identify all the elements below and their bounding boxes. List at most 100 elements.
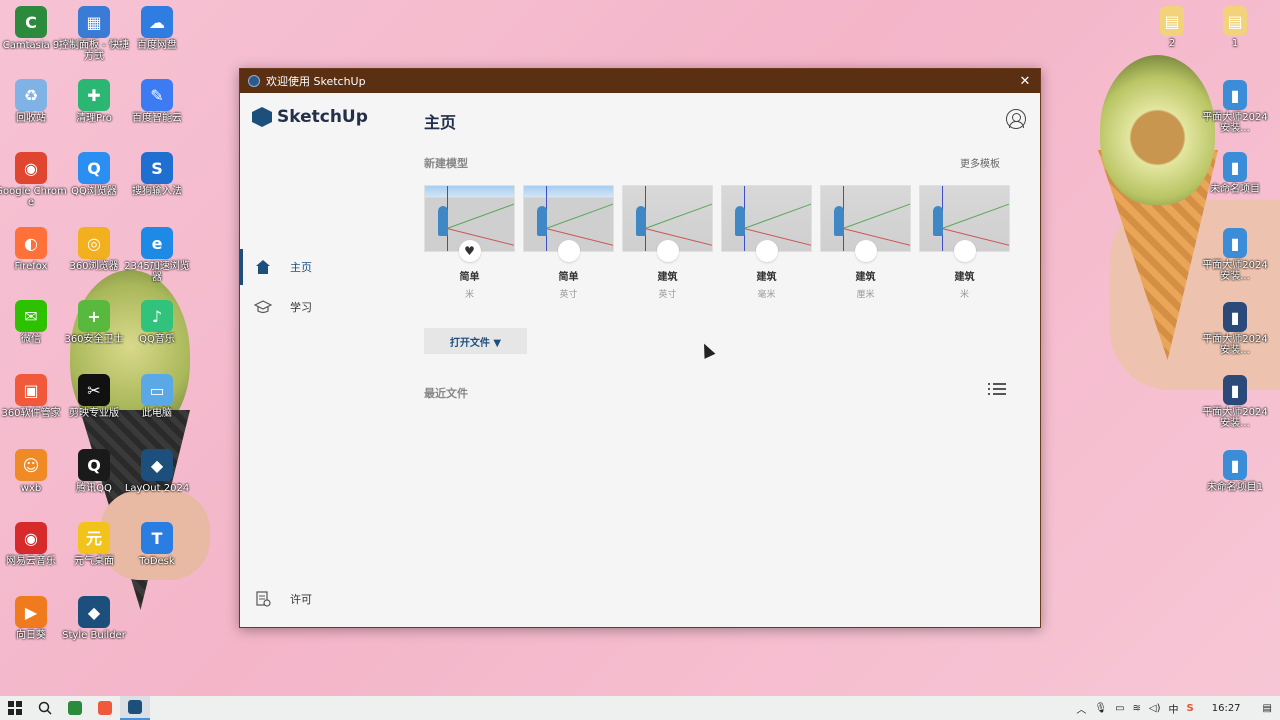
template-name: 建筑 <box>954 272 975 283</box>
taskbar: ︿ 🎙 ▭ ≋ ◁) 中 S 16:27 ▤ <box>0 696 1280 720</box>
microphone-icon[interactable]: 🎙 <box>1094 703 1107 714</box>
volume-icon[interactable]: ◁) <box>1149 703 1161 714</box>
desktop-icon[interactable]: ▤ 1 <box>1198 6 1272 49</box>
app-icon: ◆ <box>78 596 110 628</box>
file-icon: ▤ <box>1223 6 1247 36</box>
template-unit: 英寸 <box>658 290 677 300</box>
file-icon: ▮ <box>1223 450 1247 480</box>
account-icon[interactable] <box>1006 109 1026 129</box>
template-card[interactable]: 建筑 毫米 <box>721 185 812 300</box>
open-file-button[interactable]: 打开文件 ▼ <box>424 328 527 354</box>
desktop-icon-label: 未命名项目 <box>1210 184 1260 195</box>
sketchup-welcome-window: 欢迎使用 SketchUp ✕ SketchUp 主页 学习 许可 主页 新建模… <box>239 68 1041 628</box>
recent-files-label: 最近文件 <box>424 387 468 400</box>
template-unit: 毫米 <box>757 290 776 300</box>
start-button[interactable] <box>0 696 30 720</box>
desktop-icon[interactable]: ▮ 平面大师2024 安装... <box>1198 80 1272 134</box>
home-icon <box>254 258 272 276</box>
app-icon: 元 <box>78 522 110 554</box>
template-card[interactable]: 建筑 英寸 <box>622 185 713 300</box>
app-icon: ♻ <box>15 79 47 111</box>
template-card[interactable]: 建筑 厘米 <box>820 185 911 300</box>
heart-filled-icon[interactable]: ♥ <box>458 240 481 262</box>
main-content: 主页 新建模型 更多模板 ♥ 简单米简单 英寸 建筑 英寸 建筑 毫米 建筑 厘米 建筑米 打开文… <box>424 93 1040 627</box>
desktop-icon[interactable]: ♪ QQ音乐 <box>120 300 194 345</box>
desktop-icon-label: 平面大师2024 安装... <box>1202 334 1268 356</box>
show-hidden-icons-chevron-icon[interactable]: ︿ <box>1076 701 1086 716</box>
heart-outline-icon[interactable] <box>557 240 580 262</box>
heart-outline-icon[interactable] <box>953 240 976 262</box>
taskbar-app-sketchup[interactable] <box>120 696 150 720</box>
file-icon: ▮ <box>1223 80 1247 110</box>
desktop-icon[interactable]: ◆ Style Builder <box>57 596 131 641</box>
template-card[interactable]: 简单 英寸 <box>523 185 614 300</box>
window-titlebar[interactable]: 欢迎使用 SketchUp ✕ <box>240 69 1040 93</box>
sidebar-item-label: 学习 <box>290 301 312 314</box>
window-title: 欢迎使用 SketchUp <box>266 75 366 88</box>
sogou-ime-icon[interactable]: S <box>1187 703 1194 714</box>
sketchup-icon <box>128 700 142 714</box>
sidebar-item-learn[interactable]: 学习 <box>240 289 400 325</box>
app-icon: ▣ <box>15 374 47 406</box>
desktop-icon[interactable]: ▮ 平面大师2024 安装... <box>1198 302 1272 356</box>
template-card[interactable]: 建筑米 <box>919 185 1010 300</box>
file-icon: ▮ <box>1223 375 1247 405</box>
desktop-icon[interactable]: T ToDesk <box>120 522 194 567</box>
desktop-icon-label: LayOut 2024 <box>124 483 190 494</box>
close-button[interactable]: ✕ <box>1010 74 1040 89</box>
desktop-icon-label: 1 <box>1231 38 1239 49</box>
taskbar-app-camtasia[interactable] <box>60 696 90 720</box>
desktop-icon-label: 平面大师2024 安装... <box>1202 260 1268 282</box>
template-name: 建筑 <box>657 272 678 283</box>
app-icon: ▶ <box>15 596 47 628</box>
desktop-icon[interactable]: ▮ 平面大师2024 安装... <box>1198 375 1272 429</box>
desktop-icon-label: 平面大师2024 安装... <box>1202 112 1268 134</box>
desktop-icon[interactable]: ▭ 此电脑 <box>120 374 194 419</box>
license-icon <box>254 590 272 608</box>
desktop-icon[interactable]: ☁ 百度网盘 <box>120 6 194 51</box>
desktop-icon[interactable]: ▮ 未命名项目1 <box>1198 450 1272 493</box>
desktop-icon[interactable]: S 搜狗输入法 <box>120 152 194 197</box>
taskbar-app-recorder[interactable] <box>90 696 120 720</box>
list-view-icon[interactable] <box>988 383 1006 399</box>
camtasia-icon <box>68 701 82 715</box>
app-icon: ☁ <box>141 6 173 38</box>
app-icon: ✚ <box>78 79 110 111</box>
heart-outline-icon[interactable] <box>656 240 679 262</box>
page-title: 主页 <box>424 113 457 132</box>
desktop-icon-label: 百度网盘 <box>137 40 177 51</box>
app-icon: ◉ <box>15 152 47 184</box>
app-icon: ♪ <box>141 300 173 332</box>
template-name: 简单 <box>459 272 480 283</box>
heart-outline-icon[interactable] <box>854 240 877 262</box>
sketchup-logo-icon <box>252 107 272 127</box>
sidebar-item-home[interactable]: 主页 <box>240 249 400 285</box>
desktop-icon[interactable]: ◆ LayOut 2024 <box>120 449 194 494</box>
desktop-icon-label: 此电脑 <box>142 408 172 419</box>
desktop-icon-label: 搜狗输入法 <box>132 186 182 197</box>
app-icon: ◉ <box>15 522 47 554</box>
template-unit: 米 <box>464 290 474 300</box>
battery-icon[interactable]: ▭ <box>1115 703 1124 714</box>
app-icon: Q <box>78 449 110 481</box>
desktop-icon[interactable]: ▮ 平面大师2024 安装... <box>1198 228 1272 282</box>
app-icon: ✎ <box>141 79 173 111</box>
app-icon: C <box>15 6 47 38</box>
clock[interactable]: 16:27 <box>1212 703 1241 714</box>
input-method-indicator[interactable]: 中 <box>1169 701 1179 716</box>
app-icon: S <box>141 152 173 184</box>
notification-icon[interactable]: ▤ <box>1263 703 1272 714</box>
system-tray: ︿ 🎙 ▭ ≋ ◁) 中 S 16:27 ▤ <box>1076 701 1280 716</box>
wifi-icon[interactable]: ≋ <box>1133 703 1141 714</box>
sidebar-item-license[interactable]: 许可 <box>240 581 400 617</box>
template-card[interactable]: ♥ 简单米 <box>424 185 515 300</box>
file-icon: ▮ <box>1223 152 1247 182</box>
more-templates-link[interactable]: 更多模板 <box>960 155 1000 170</box>
recorder-icon <box>98 701 112 715</box>
desktop-icon[interactable]: ▮ 未命名项目 <box>1198 152 1272 195</box>
desktop-icon[interactable]: ✎ 百度智能云 <box>120 79 194 124</box>
app-icon: ▦ <box>78 6 110 38</box>
heart-outline-icon[interactable] <box>755 240 778 262</box>
desktop-icon[interactable]: e 2345加速浏览器 <box>120 227 194 283</box>
search-button[interactable] <box>30 696 60 720</box>
